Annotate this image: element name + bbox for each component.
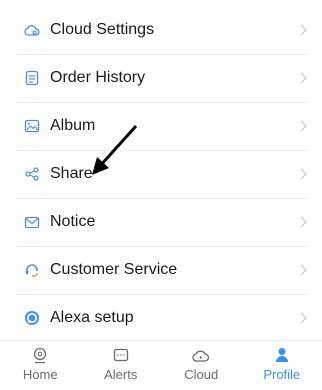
menu-item-label: Alexa setup bbox=[50, 309, 134, 326]
menu-item-label: Notice bbox=[50, 213, 96, 230]
mail-icon bbox=[24, 214, 40, 230]
tab-profile[interactable]: Profile bbox=[242, 341, 322, 382]
alexa-icon bbox=[24, 310, 40, 326]
chevron-right-icon bbox=[300, 216, 307, 228]
annotation-arrow-icon bbox=[92, 124, 138, 175]
album-icon bbox=[24, 118, 40, 134]
tab-label: Cloud bbox=[184, 367, 219, 382]
tab-cloud[interactable]: Cloud bbox=[161, 341, 242, 382]
profile-icon bbox=[273, 346, 291, 364]
menu-item-customer-service[interactable]: Customer Service bbox=[0, 246, 322, 294]
order-history-icon bbox=[24, 70, 40, 86]
menu-item-alexa-setup[interactable]: Alexa setup bbox=[0, 294, 322, 342]
cloud-icon bbox=[192, 346, 210, 364]
chevron-right-icon bbox=[300, 72, 307, 84]
tab-home[interactable]: Home bbox=[0, 341, 81, 382]
menu-item-label: Order History bbox=[50, 69, 146, 86]
headset-icon bbox=[24, 262, 40, 278]
cloud-settings-icon bbox=[24, 22, 40, 38]
menu-item-order-history[interactable]: Order History bbox=[0, 54, 322, 102]
menu-item-label: Share bbox=[50, 165, 93, 182]
menu-item-label: Customer Service bbox=[50, 261, 178, 278]
tab-label: Profile bbox=[263, 367, 301, 382]
tab-label: Home bbox=[22, 367, 58, 382]
share-icon bbox=[24, 166, 40, 182]
tab-label: Alerts bbox=[104, 367, 138, 382]
menu-item-cloud-settings[interactable]: Cloud Settings bbox=[0, 6, 322, 54]
alerts-icon bbox=[112, 346, 130, 364]
chevron-right-icon bbox=[300, 168, 307, 180]
chevron-right-icon bbox=[300, 24, 307, 36]
chevron-right-icon bbox=[300, 120, 307, 132]
menu-item-label: Cloud Settings bbox=[50, 21, 155, 38]
menu-item-share[interactable]: Share bbox=[0, 150, 322, 198]
menu-item-album[interactable]: Album bbox=[0, 102, 322, 150]
chevron-right-icon bbox=[300, 264, 307, 276]
tab-alerts[interactable]: Alerts bbox=[81, 341, 162, 382]
bottom-tab-bar: Home Alerts Cloud Profile bbox=[0, 340, 322, 390]
menu-item-notice[interactable]: Notice bbox=[0, 198, 322, 246]
chevron-right-icon bbox=[300, 312, 307, 324]
home-camera-icon bbox=[31, 346, 49, 364]
